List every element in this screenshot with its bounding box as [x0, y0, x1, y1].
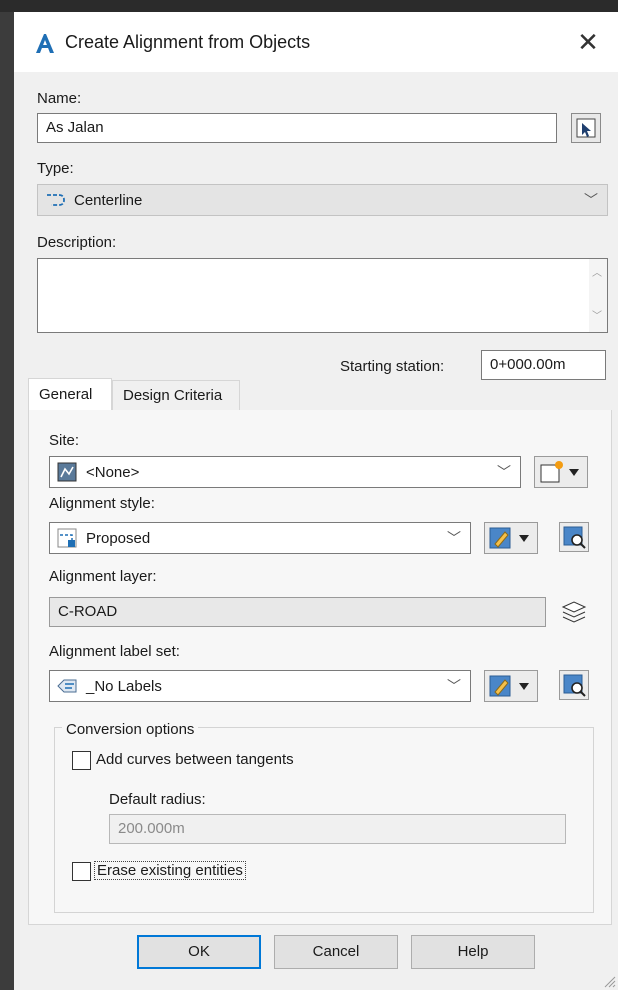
new-site-icon	[540, 461, 579, 483]
type-label: Type:	[37, 160, 74, 177]
default-radius-label: Default radius:	[109, 791, 206, 808]
add-curves-label[interactable]: Add curves between tangents	[96, 751, 294, 768]
pick-cursor-icon	[576, 118, 596, 138]
style-preview-icon	[563, 526, 586, 549]
resize-grip-icon[interactable]	[602, 974, 616, 988]
erase-existing-label[interactable]: Erase existing entities	[94, 861, 246, 880]
chevron-down-icon: ﹀	[447, 678, 461, 694]
background-top-edge	[0, 0, 618, 12]
chevron-down-icon: ﹀	[447, 530, 461, 546]
cancel-button[interactable]: Cancel	[274, 935, 398, 969]
site-dropdown[interactable]: <None> ﹀	[49, 456, 521, 488]
label-set-value: _No Labels	[86, 677, 162, 695]
alignment-layer-label: Alignment layer:	[49, 568, 157, 585]
edit-label-set-button[interactable]	[484, 670, 538, 702]
label-set-icon	[57, 679, 77, 693]
site-icon	[57, 462, 77, 482]
starting-station-input[interactable]: 0+000.00m	[481, 350, 606, 380]
scroll-down-icon[interactable]: ﹀	[592, 308, 602, 326]
edit-style-button[interactable]	[484, 522, 538, 554]
label-set-label: Alignment label set:	[49, 643, 180, 660]
tab-general[interactable]: General	[28, 378, 112, 412]
title-bar: Create Alignment from Objects ✕	[14, 12, 618, 72]
name-label: Name:	[37, 90, 82, 107]
layer-button[interactable]	[559, 597, 589, 627]
alignment-style-label: Alignment style:	[49, 495, 155, 512]
add-curves-checkbox[interactable]	[72, 751, 91, 770]
help-button[interactable]: Help	[411, 935, 535, 969]
layers-icon	[561, 601, 587, 623]
tab-design-criteria-label: Design Criteria	[123, 387, 223, 404]
preview-style-button[interactable]	[559, 522, 589, 552]
tab-general-label: General	[39, 386, 93, 403]
description-label: Description:	[37, 234, 117, 251]
close-icon: ✕	[577, 27, 599, 57]
type-value: Centerline	[74, 191, 143, 209]
pick-from-drawing-button[interactable]	[571, 113, 601, 143]
label-set-preview-icon	[563, 674, 586, 697]
label-set-dropdown[interactable]: _No Labels ﹀	[49, 670, 471, 702]
close-button[interactable]: ✕	[572, 26, 604, 58]
scroll-up-icon[interactable]: ︿	[592, 265, 602, 283]
default-radius-value: 200.000m	[118, 820, 185, 837]
default-radius-input[interactable]: 200.000m	[109, 814, 566, 844]
site-value: <None>	[86, 463, 140, 481]
erase-existing-checkbox[interactable]	[72, 862, 91, 881]
ok-button[interactable]: OK	[137, 935, 261, 969]
name-input[interactable]: As Jalan	[37, 113, 557, 143]
create-site-button[interactable]	[534, 456, 588, 488]
description-scrollbar[interactable]: ︿ ﹀	[589, 259, 607, 332]
edit-style-icon	[489, 527, 529, 549]
create-alignment-dialog: Create Alignment from Objects ✕ Name: As…	[14, 12, 618, 990]
tab-design-criteria[interactable]: Design Criteria	[112, 380, 240, 411]
dialog-title: Create Alignment from Objects	[65, 32, 311, 52]
chevron-down-icon: ﹀	[497, 464, 511, 480]
centerline-icon	[47, 194, 65, 206]
civil3d-app-icon	[34, 32, 56, 54]
alignment-layer-value: C-ROAD	[58, 603, 118, 620]
name-input-value: As Jalan	[46, 119, 104, 136]
background-left-edge	[0, 12, 14, 990]
alignment-style-dropdown[interactable]: Proposed ﹀	[49, 522, 471, 554]
preview-label-set-button[interactable]	[559, 670, 589, 700]
starting-station-label: Starting station:	[340, 358, 445, 375]
alignment-layer-field[interactable]: C-ROAD	[49, 597, 546, 627]
type-dropdown[interactable]: Centerline ﹀	[37, 184, 608, 216]
chevron-down-icon: ﹀	[584, 192, 598, 208]
conversion-options-title: Conversion options	[62, 721, 199, 738]
description-textarea[interactable]: ︿ ﹀	[37, 258, 608, 333]
starting-station-value: 0+000.00m	[490, 356, 566, 373]
alignment-style-icon	[57, 528, 77, 548]
site-label: Site:	[49, 432, 80, 449]
edit-label-set-icon	[489, 675, 529, 697]
alignment-style-value: Proposed	[86, 529, 151, 547]
